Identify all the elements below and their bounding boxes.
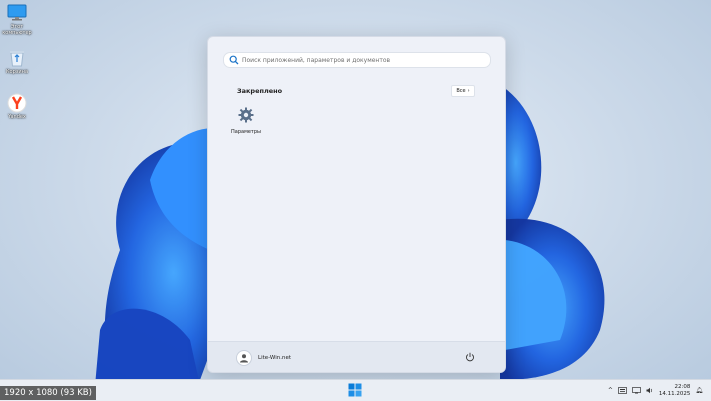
desktop-icon-yandex[interactable]: Yandex <box>0 93 34 120</box>
pinned-section-title: Закреплено <box>237 87 283 95</box>
desktop-icon-label: Yandex <box>8 114 26 120</box>
taskbar: ^ 22:08 14.11.2025 🔔︎ <box>0 379 711 401</box>
pinned-app-settings[interactable]: Параметры <box>226 107 266 135</box>
keyboard-layout-icon[interactable] <box>618 387 627 394</box>
all-apps-button[interactable]: Все › <box>451 85 475 97</box>
system-tray: ^ 22:08 14.11.2025 🔔︎ <box>608 380 703 401</box>
start-menu-footer: Lite-Win.net <box>208 341 505 372</box>
network-icon[interactable] <box>632 387 641 394</box>
windows-start-icon[interactable] <box>348 383 362 397</box>
user-account-button[interactable]: Lite-Win.net <box>236 350 291 366</box>
clock-time: 22:08 <box>674 383 691 390</box>
avatar <box>236 350 252 366</box>
search-input[interactable] <box>242 56 482 64</box>
user-name: Lite-Win.net <box>258 355 291 361</box>
desktop-icon-this-pc[interactable]: Этот компьютер <box>0 3 34 36</box>
start-menu: Закреплено Все › Параметры Lite-Win.net <box>207 36 506 373</box>
recycle-bin-icon <box>7 48 27 68</box>
notification-bell-icon[interactable]: 🔔︎ <box>695 387 703 394</box>
gear-icon <box>238 107 254 123</box>
desktop-icon-label: Этот компьютер <box>2 24 32 36</box>
volume-icon[interactable] <box>646 387 654 394</box>
search-box[interactable] <box>223 52 491 68</box>
power-icon[interactable] <box>465 352 475 362</box>
image-info-overlay: 1920 x 1080 (93 KB) <box>0 386 96 400</box>
user-icon <box>240 354 248 363</box>
chevron-up-icon[interactable]: ^ <box>608 387 613 394</box>
pinned-app-label: Параметры <box>231 129 261 135</box>
chevron-right-icon: › <box>467 88 470 94</box>
desktop-icon-recycle-bin[interactable]: Корзина <box>0 48 34 75</box>
search-icon <box>229 55 239 65</box>
desktop-icon-label: Корзина <box>5 69 29 75</box>
monitor-icon <box>7 3 27 23</box>
yandex-browser-icon <box>7 93 27 113</box>
taskbar-clock[interactable]: 22:08 14.11.2025 <box>659 384 691 398</box>
clock-date: 14.11.2025 <box>658 390 691 397</box>
all-apps-label: Все <box>456 88 466 94</box>
